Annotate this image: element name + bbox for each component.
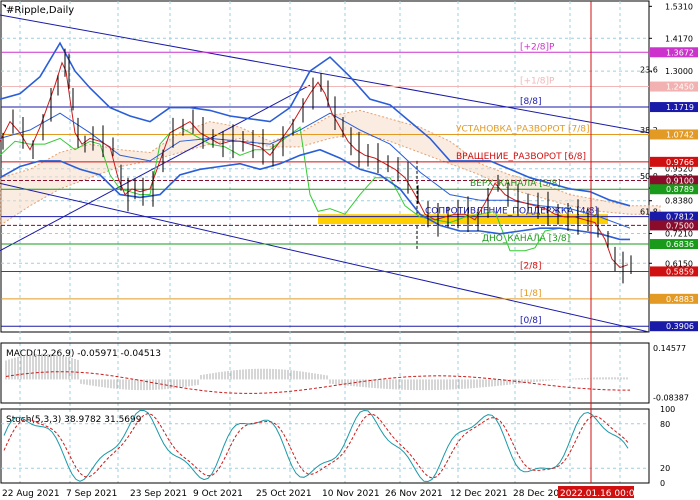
time-axis-label: 9 Oct 2021: [193, 489, 243, 499]
fib-label: 23.6: [640, 66, 658, 75]
price-label: 0.9766: [666, 158, 694, 167]
price-label: 0.4883: [666, 295, 694, 304]
macd-tick-label: 0.14577: [653, 344, 686, 353]
time-axis-label: 10 Nov 2021: [322, 489, 380, 499]
price-label: 1.0742: [666, 130, 694, 139]
time-axis-label: 22 Aug 2021: [2, 489, 60, 499]
stoch-tick-label: 0: [660, 479, 665, 488]
price-tick-label: 0.8380: [665, 197, 693, 206]
murrey-level-text: [1/8]: [520, 289, 542, 299]
price-label: 0.7500: [666, 221, 694, 230]
murrey-level-text: [+1/8]P: [520, 77, 555, 87]
cursor-time-label: 2022.01.16 00:00: [560, 489, 641, 499]
price-label: 0.8789: [666, 185, 694, 194]
murrey-level-text: [8/8]: [520, 97, 542, 107]
price-tick-label: 1.5310: [665, 2, 693, 11]
stoch-tick-label: 80: [660, 420, 670, 429]
macd-label: MACD(12,26,9) -0.05971 -0.04513: [6, 349, 161, 359]
chart-title: #Ripple,Daily: [6, 5, 74, 16]
trading-chart[interactable]: [+2/8]P [+1/8]P [8/8] УСТАНОВКА_РАЗВОРОТ [7…: [0, 0, 700, 500]
time-axis-label: 26 Nov 2021: [385, 489, 443, 499]
murrey-level-text: [2/8]: [520, 261, 542, 271]
murrey-level-text: ДНО_КАНАЛА [3/8]: [482, 234, 570, 244]
time-axis-label: 12 Dec 2021: [450, 489, 508, 499]
price-label: 0.6836: [666, 240, 694, 249]
murrey-level-text: [+2/8]P: [520, 42, 555, 52]
price-label: 0.5859: [666, 267, 694, 276]
price-label: 0.7812: [666, 213, 694, 222]
macd-tick-label: -0.08387: [653, 393, 689, 402]
time-axis-label: 25 Oct 2021: [256, 489, 312, 499]
price-label: 1.1719: [666, 103, 694, 112]
murrey-level-text: [0/8]: [520, 316, 542, 326]
price-tick-label: 0.7210: [665, 230, 693, 239]
price-tick-label: 1.4170: [665, 34, 693, 43]
price-label: 1.3672: [666, 48, 694, 57]
murrey-level-text: ВЕРХ_КАНАЛА [5/8]: [470, 179, 561, 189]
price-label: 0.3906: [666, 322, 694, 331]
price-label: 1.2450: [666, 83, 694, 92]
time-axis-label: 23 Sep 2021: [130, 489, 187, 499]
price-tick-label: 1.3000: [665, 67, 693, 76]
price-label: 0.9100: [666, 177, 694, 186]
stoch-tick-label: 20: [660, 464, 670, 473]
time-axis-label: 7 Sep 2021: [66, 489, 117, 499]
murrey-level-text: УСТАНОВКА_РАЗВОРОТ [7/8]: [456, 124, 589, 134]
stoch-tick-label: 100: [660, 405, 675, 414]
